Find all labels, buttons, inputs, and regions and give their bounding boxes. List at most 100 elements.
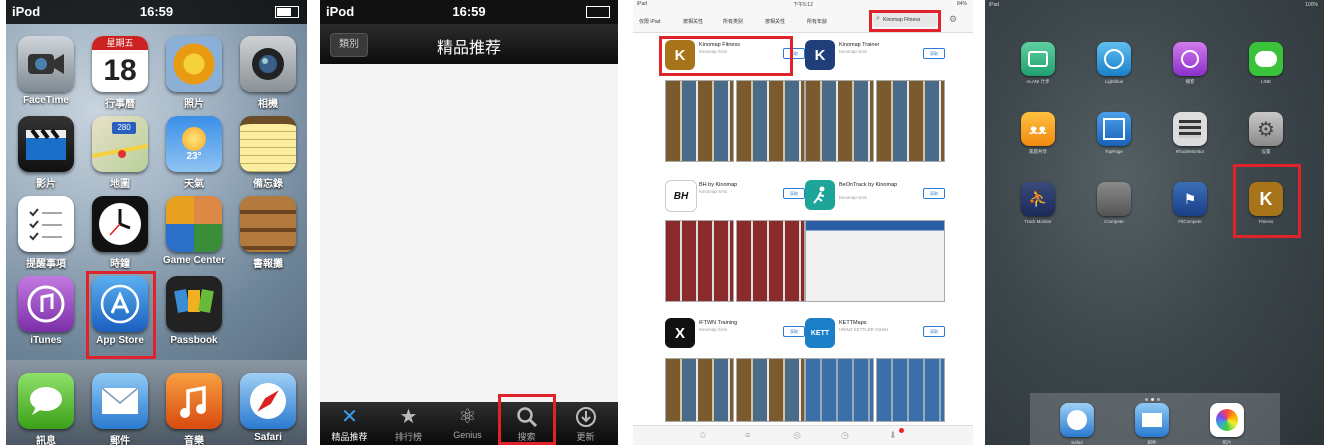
developer: Kinomap SAS [839,195,868,200]
top-charts-tab-icon[interactable]: ≡ [745,430,750,440]
content-area [320,64,618,402]
app-weather[interactable]: 23° 天氣 [166,116,222,190]
map-icon: 280 [92,116,148,172]
get-button[interactable]: 获取 [923,326,945,337]
app-rhodemonitor[interactable]: RhodeMonitor [1173,112,1207,154]
app-podcasts[interactable]: 播客 [1173,42,1207,85]
app-lightblue[interactable]: Lightblue [1097,42,1131,84]
atom-icon: ⚛ [458,406,477,428]
app-label: 時鐘 [110,259,130,270]
filter-sort[interactable]: 按相关性 [683,18,703,25]
get-button[interactable]: 获取 [923,188,945,199]
app-label: 设置 [1261,149,1271,154]
download-arrow-icon [556,402,615,430]
app-label: 照片 [184,99,204,110]
tab-top-charts[interactable]: ★ 排行榜 [379,402,438,445]
app-label: LINE [1260,79,1271,84]
tab-bar: ✕ 精品推荐 ★ 排行榜 ⚛ Genius 搜索 更新 [320,402,618,445]
app-label: 訊息 [36,436,56,445]
developer: Kinomap SAS [699,189,728,194]
clapperboard-icon [18,116,74,172]
purchased-tab-icon[interactable]: ◷ [841,430,849,441]
updates-tab-icon[interactable]: ⬇ [889,430,897,441]
highlight-box-kinomap-fitness [659,36,793,76]
tab-genius[interactable]: ⚛ Genius [438,402,497,445]
sun-icon: 23° [166,116,222,172]
family-icon: ᴥᴥ [1021,112,1055,146]
filter-age[interactable]: 所有年龄 [807,18,827,25]
app-reminders[interactable]: 提醒事項 [18,196,74,270]
camera-icon [240,36,296,92]
status-bar: iPad 100% [985,0,1324,10]
screenshots [665,358,805,422]
app-family[interactable]: ᴥᴥ 家庭共享 [1021,112,1055,155]
facetime-icon [18,36,74,92]
game-center-icon [166,196,222,252]
device-name: iPad [989,2,1000,8]
app-photos[interactable]: 照片 [166,36,222,110]
app-label: 相機 [258,99,278,110]
filter-category[interactable]: 所有类别 [723,18,743,25]
app-game-center[interactable]: Game Center [163,196,225,266]
app-label: 書報攤 [253,259,283,270]
app-label: 照片 [1222,440,1232,445]
app-clock[interactable]: 時鐘 [92,196,148,270]
app-name: KETTMaps [839,320,867,326]
calendar-icon: 星期五 18 [92,36,148,92]
get-button[interactable]: 获取 [923,48,945,59]
navigation-bar: 類別 精品推荐 [320,24,618,64]
page-title: 精品推荐 [436,40,501,57]
app-alani[interactable]: ALANI 计步 [1021,42,1055,85]
app-settings[interactable]: ⚙ 设置 [1249,112,1283,155]
runner-icon: ⛹ [1021,182,1055,216]
dock-app-safari[interactable]: Safari [1060,403,1094,445]
tab-label: 更新 [576,432,595,442]
dock-app-safari[interactable]: Safari [240,373,296,443]
app-label: Lightblue [1104,79,1124,84]
explore-tab-icon[interactable]: ◎ [793,430,801,441]
get-button[interactable]: 获取 [783,188,805,199]
dock-app-photos[interactable]: 照片 [1210,403,1244,445]
bh-icon: BH [665,180,697,212]
tab-label: Genius [453,430,482,440]
status-bar: iPod 16:59 [320,0,618,24]
battery-icon [586,6,610,18]
app-calendar[interactable]: 星期五 18 行事曆 [92,36,148,110]
dock-app-mail[interactable]: 邮件 [1135,403,1169,445]
app-label: ALANI 计步 [1026,79,1050,84]
app-itunes[interactable]: iTunes [18,276,74,346]
app-track-monitor[interactable]: ⛹ Track Monitor [1021,182,1055,224]
filter-device[interactable]: 仅限 iPad [639,18,660,25]
app-videos[interactable]: 影片 [18,116,74,190]
featured-tab-icon[interactable]: ✩ [699,430,707,441]
app-label: 音樂 [184,436,204,445]
app-maps[interactable]: 280 地圖 [92,116,148,190]
tab-updates[interactable]: 更新 [556,402,615,445]
app-newsstand[interactable]: 書報攤 [240,196,296,270]
app-toppage[interactable]: TopPage [1097,112,1131,154]
filter-relevance[interactable]: 按相关性 [765,18,785,25]
music-note-icon [18,276,74,332]
get-button[interactable]: 获取 [783,326,805,337]
app-passbook[interactable]: Passbook [166,276,222,346]
dock-app-mail[interactable]: 郵件 [92,373,148,445]
developer: Kinomap SAS [699,327,728,332]
ipad-search-results-panel: iPad 下午5:12 84% 仅限 iPad 按相关性 所有类别 按相关性 所… [633,0,973,445]
app-line[interactable]: LINE [1249,42,1283,84]
dock-app-messages[interactable]: 訊息 [18,373,74,445]
developer: Kinomap SAS [839,49,868,54]
kinomap-k-icon: K [805,40,835,70]
app-label: 行事曆 [105,99,135,110]
tab-featured[interactable]: ✕ 精品推荐 [320,402,379,445]
passbook-icon [166,276,222,332]
app-facetime[interactable]: FaceTime [18,36,74,106]
speech-bubble-icon [18,373,74,429]
gear-icon[interactable]: ⚙ [949,14,957,25]
app-icompete[interactable]: iCompete [1097,182,1131,224]
app-camera[interactable]: 相機 [240,36,296,110]
clock-icon [92,196,148,252]
dock-app-music[interactable]: 音樂 [166,373,222,445]
app-fitcompete[interactable]: ⚑ FitCompete [1173,182,1207,224]
lightblue-icon [1097,42,1131,76]
app-notes[interactable]: 備忘錄 [240,116,296,190]
